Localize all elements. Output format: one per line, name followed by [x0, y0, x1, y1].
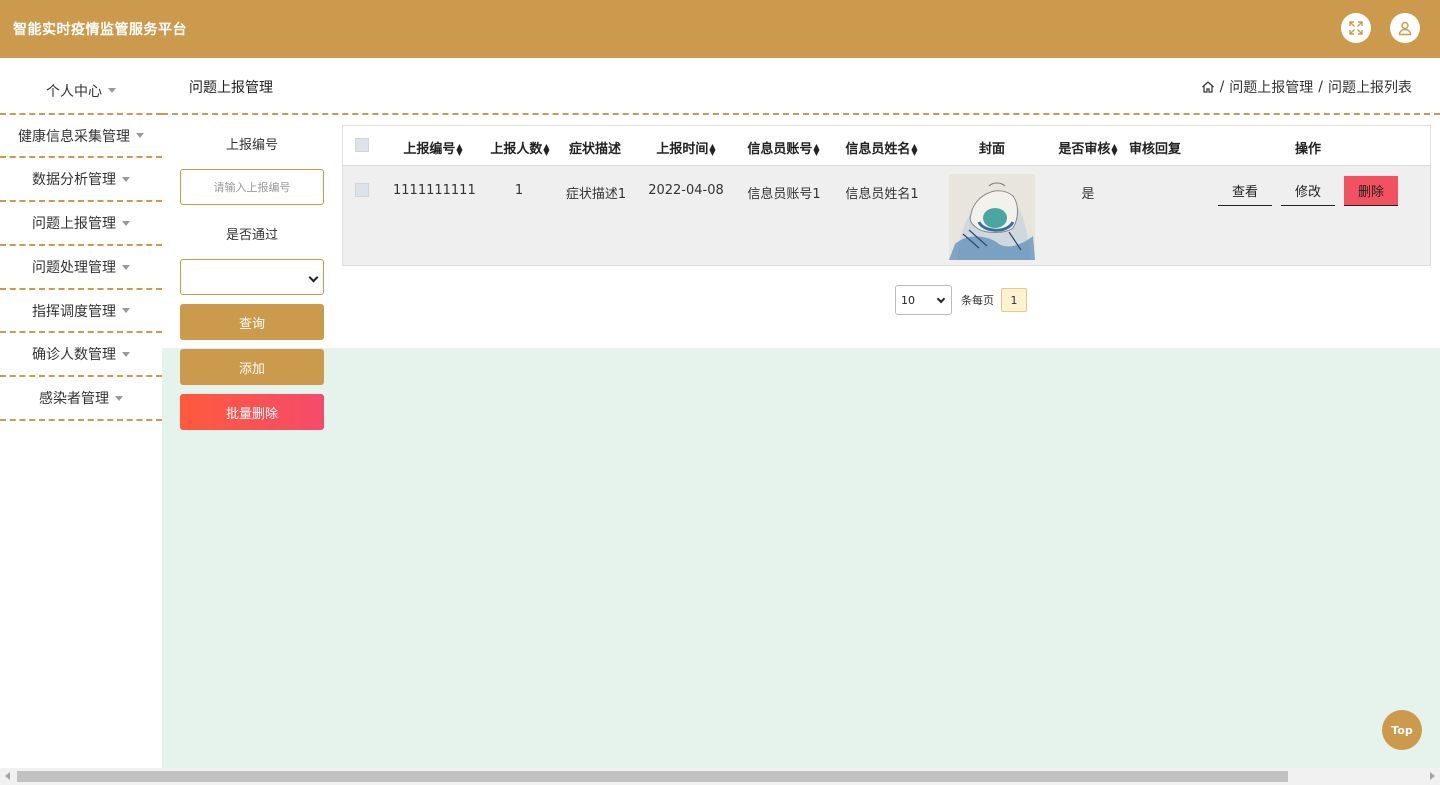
report-code-label: 上报编号	[225, 138, 278, 153]
sort-icon: ▲ ▼	[456, 141, 463, 157]
caret-down-icon	[122, 264, 130, 270]
chevron-down-icon	[936, 294, 946, 304]
sidebar-item-problem-handling[interactable]: 问题处理管理	[0, 246, 162, 290]
edit-button[interactable]: 修改	[1281, 176, 1335, 206]
report-code-input[interactable]: 请输入上报编号	[180, 169, 324, 205]
col-header-reply: 审核回复	[1128, 142, 1181, 157]
query-button[interactable]: 查询	[180, 304, 324, 340]
sidebar-item-label: 问题上报管理	[32, 216, 116, 232]
breadcrumb: / 问题上报管理 / 问题上报列表	[1201, 77, 1412, 97]
delete-button[interactable]: 删除	[1344, 176, 1398, 206]
scrollbar-thumb[interactable]	[17, 771, 1288, 782]
caret-down-icon	[122, 308, 130, 313]
expand-icon	[1349, 21, 1363, 35]
batch-delete-button[interactable]: 批量删除	[180, 394, 324, 430]
col-header-symptom: 症状描述	[568, 142, 621, 157]
caret-down-icon	[115, 395, 123, 401]
col-header-count[interactable]: 上报人数▲ ▼	[489, 138, 551, 157]
sidebar-item-data-analysis[interactable]: 数据分析管理	[0, 158, 162, 202]
sidebar-item-label: 感染者管理	[39, 391, 109, 407]
sidebar-item-confirmed-count[interactable]: 确诊人数管理	[0, 333, 162, 377]
caret-down-icon	[122, 351, 130, 357]
user-icon	[1398, 21, 1412, 36]
user-button[interactable]	[1390, 13, 1420, 43]
sort-icon: ▲ ▼	[813, 141, 820, 157]
breadcrumb-separator: /	[1219, 79, 1225, 95]
col-header-name[interactable]: 信息员姓名▲ ▼	[844, 138, 919, 157]
col-header-audited[interactable]: 是否审核▲ ▼	[1057, 138, 1119, 157]
scroll-left-icon[interactable]	[5, 772, 10, 780]
home-icon[interactable]	[1201, 80, 1215, 94]
view-button[interactable]: 查看	[1218, 176, 1272, 206]
cell-time: 2022-04-08	[648, 183, 724, 198]
sidebar-item-infected[interactable]: 感染者管理	[0, 377, 162, 421]
sort-icon: ▲ ▼	[543, 141, 550, 157]
top-header: 智能实时疫情监管服务平台	[0, 0, 1440, 58]
page-title: 问题上报管理	[189, 80, 273, 96]
table-header: 上报编号▲ ▼ 上报人数▲ ▼ 症状描述 上报时间▲ ▼ 信息员账号▲ ▼ 信息员姓名▲…	[343, 126, 1430, 166]
breadcrumb-level2: 问题上报列表	[1328, 80, 1412, 96]
cell-name: 信息员姓名1	[845, 187, 919, 202]
sidebar-item-label: 个人中心	[46, 83, 102, 100]
sort-icon: ▲ ▼	[709, 141, 716, 157]
cell-symptom: 症状描述1	[565, 187, 627, 202]
data-table: 上报编号▲ ▼ 上报人数▲ ▼ 症状描述 上报时间▲ ▼ 信息员账号▲ ▼ 信息员姓名▲…	[342, 125, 1431, 266]
passed-select[interactable]	[180, 259, 324, 295]
breadcrumb-bar: 问题上报管理 / 问题上报管理 / 问题上报列表	[162, 58, 1440, 115]
caret-down-icon	[122, 176, 130, 182]
sort-icon: ▲ ▼	[1111, 141, 1118, 157]
cover-image[interactable]	[949, 174, 1035, 260]
caret-down-icon	[108, 88, 116, 93]
page-size-value: 10	[901, 294, 915, 307]
passed-label: 是否通过	[225, 228, 278, 243]
content-background	[162, 348, 1440, 768]
col-header-cover: 封面	[978, 142, 1005, 157]
fullscreen-button[interactable]	[1341, 13, 1371, 43]
page-size-select[interactable]: 10	[895, 285, 952, 315]
report-code-placeholder: 请输入上报编号	[213, 181, 291, 194]
col-header-code[interactable]: 上报编号▲ ▼	[403, 138, 463, 157]
col-header-time[interactable]: 上报时间▲ ▼	[655, 138, 717, 157]
page-number-button[interactable]: 1	[1001, 288, 1027, 312]
sidebar-item-problem-report[interactable]: 问题上报管理	[0, 202, 162, 246]
per-page-text: 条每页	[961, 294, 994, 307]
col-header-actions: 操作	[1294, 142, 1321, 157]
scroll-right-icon[interactable]	[1430, 772, 1435, 780]
breadcrumb-level1[interactable]: 问题上报管理	[1229, 77, 1313, 97]
sidebar-item-label: 问题处理管理	[32, 260, 116, 276]
sidebar-item-dispatch[interactable]: 指挥调度管理	[0, 290, 162, 333]
caret-down-icon	[136, 133, 144, 138]
add-button[interactable]: 添加	[180, 349, 324, 385]
cell-audited: 是	[1081, 187, 1095, 202]
sidebar-item-health-info[interactable]: 健康信息采集管理	[0, 115, 162, 158]
row-checkbox[interactable]	[355, 183, 369, 197]
sidebar-item-label: 健康信息采集管理	[18, 128, 130, 145]
horizontal-scrollbar[interactable]	[0, 768, 1440, 785]
chevron-down-icon	[308, 272, 319, 283]
caret-down-icon	[122, 220, 130, 226]
table-row: 1111111111 1 症状描述1 2022-04-08 信息员账号1 信息员…	[343, 166, 1430, 265]
cell-account: 信息员账号1	[747, 187, 821, 202]
cell-count: 1	[514, 183, 524, 198]
sort-icon: ▲ ▼	[911, 141, 918, 157]
app-title: 智能实时疫情监管服务平台	[13, 22, 187, 38]
breadcrumb-separator: /	[1318, 79, 1323, 95]
cell-code: 1111111111	[393, 183, 476, 198]
select-all-checkbox[interactable]	[355, 138, 369, 152]
back-to-top-button[interactable]: Top	[1382, 710, 1422, 750]
sidebar-item-personal-center[interactable]: 个人中心	[0, 58, 162, 115]
sidebar-item-label: 数据分析管理	[32, 172, 116, 188]
sidebar-item-label: 指挥调度管理	[32, 303, 116, 320]
col-header-account[interactable]: 信息员账号▲ ▼	[746, 138, 821, 157]
sidebar: 个人中心 健康信息采集管理 数据分析管理 问题上报管理 问题处理管理 指挥调度管…	[0, 58, 162, 768]
sidebar-item-label: 确诊人数管理	[32, 347, 116, 363]
